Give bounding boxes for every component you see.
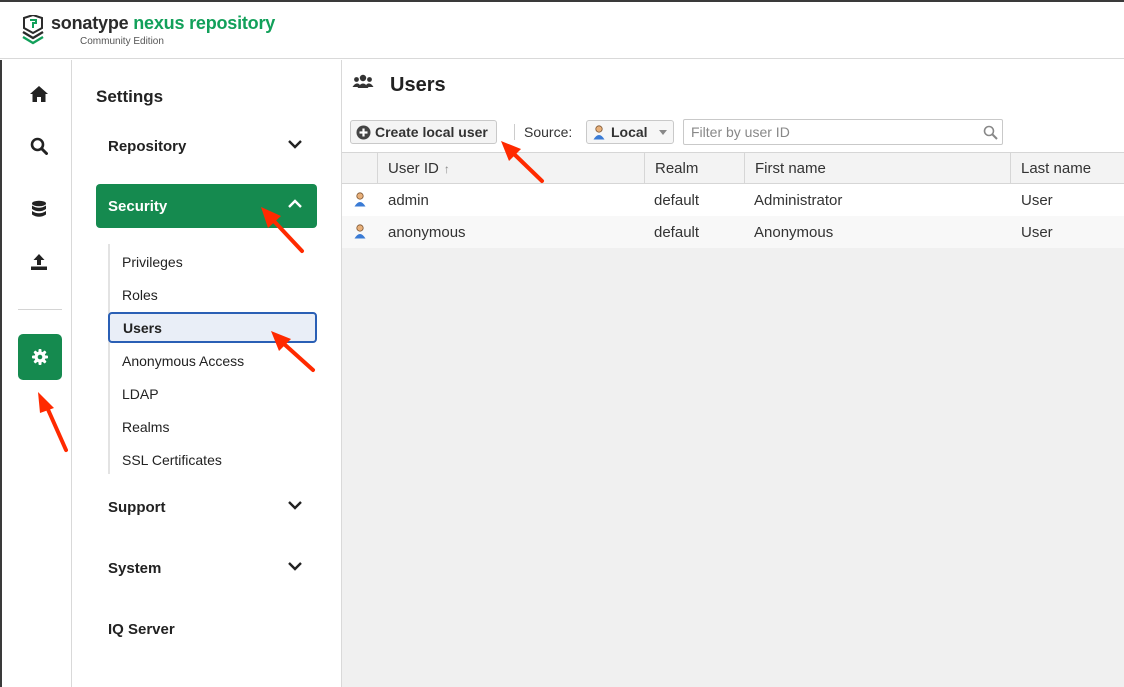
nav-section-support[interactable]: Support xyxy=(96,485,317,529)
cell-user-id: admin xyxy=(388,191,429,209)
user-icon xyxy=(354,224,366,239)
source-value: Local xyxy=(611,124,648,140)
settings-nav: Settings Repository Security Privileges … xyxy=(72,60,342,687)
nav-section-iq-server[interactable]: IQ Server xyxy=(96,607,317,651)
nav-item-users[interactable]: Users xyxy=(108,312,317,343)
column-header-label: User ID xyxy=(388,160,439,177)
upload-icon xyxy=(31,254,47,270)
main-panel: Users Create local user Source: Local Fi… xyxy=(342,60,1124,687)
rail-settings-button[interactable] xyxy=(18,334,62,380)
nav-item-privileges[interactable]: Privileges xyxy=(108,246,317,277)
user-icon xyxy=(593,125,605,140)
cell-first-name: Anonymous xyxy=(754,223,834,241)
rail-home-button[interactable] xyxy=(26,81,52,107)
chevron-down-icon xyxy=(288,501,302,510)
nav-title: Settings xyxy=(96,87,164,106)
sort-ascending-icon: ↑ xyxy=(443,161,450,176)
rail-upload-button[interactable] xyxy=(26,249,52,275)
cell-last-name: User xyxy=(1021,223,1053,241)
database-icon xyxy=(32,200,46,217)
column-header-user-id[interactable]: User ID ↑ xyxy=(377,153,644,184)
chevron-up-icon xyxy=(288,199,302,208)
cell-realm: default xyxy=(654,191,700,209)
sonatype-logo-icon xyxy=(22,15,44,45)
grid-header: User ID ↑ Realm First name Last name xyxy=(342,152,1124,184)
nav-section-label: IQ Server xyxy=(108,620,175,638)
rail-divider xyxy=(18,309,62,310)
column-header-label: First name xyxy=(755,160,826,177)
users-icon xyxy=(352,74,374,88)
nav-item-roles[interactable]: Roles xyxy=(108,279,317,310)
nav-item-ldap[interactable]: LDAP xyxy=(108,378,317,409)
app-header: sonatype nexus repository Community Edit… xyxy=(0,0,1124,59)
page-title: Users xyxy=(390,74,446,96)
gear-icon xyxy=(32,349,48,365)
create-local-user-button[interactable]: Create local user xyxy=(350,120,497,144)
toolbar-divider xyxy=(514,124,515,140)
column-header-label: Last name xyxy=(1021,160,1092,177)
nav-section-security[interactable]: Security xyxy=(96,184,317,228)
filter-user-id-input[interactable] xyxy=(683,119,1003,145)
column-header-last-name[interactable]: Last name xyxy=(1010,153,1124,184)
users-grid: User ID ↑ Realm First name Last name adm… xyxy=(342,152,1124,248)
source-label: Source: xyxy=(524,124,573,140)
rail-browse-button[interactable] xyxy=(26,196,52,222)
toolbar: Create local user Source: Local xyxy=(342,114,1124,152)
cell-first-name: Administrator xyxy=(754,191,843,209)
cell-realm: default xyxy=(654,223,700,241)
plus-circle-icon xyxy=(356,125,371,140)
chevron-down-icon xyxy=(288,562,302,571)
home-icon xyxy=(30,86,48,102)
table-row[interactable]: anonymous default Anonymous User xyxy=(342,216,1124,248)
icon-rail xyxy=(0,60,72,687)
nav-section-label: Security xyxy=(108,197,168,215)
caret-down-icon xyxy=(659,130,667,135)
nav-section-label: Repository xyxy=(108,137,187,155)
column-header-first-name[interactable]: First name xyxy=(744,153,1010,184)
nav-item-ssl-certificates[interactable]: SSL Certificates xyxy=(108,444,317,475)
page-header: Users xyxy=(342,60,1124,114)
table-row[interactable]: admin default Administrator User xyxy=(342,184,1124,216)
search-icon xyxy=(983,125,998,140)
user-icon xyxy=(354,192,366,207)
source-dropdown[interactable]: Local xyxy=(586,120,674,144)
column-header-label: Realm xyxy=(655,160,699,177)
nav-section-label: Support xyxy=(108,498,166,516)
nav-item-realms[interactable]: Realms xyxy=(108,411,317,442)
cell-last-name: User xyxy=(1021,191,1053,209)
cell-user-id: anonymous xyxy=(388,223,466,241)
nav-item-anonymous-access[interactable]: Anonymous Access xyxy=(108,345,317,376)
brand-name[interactable]: sonatype nexus repository xyxy=(51,13,275,34)
nav-section-system[interactable]: System xyxy=(96,546,317,590)
nav-section-repository[interactable]: Repository xyxy=(96,124,317,168)
rail-search-button[interactable] xyxy=(26,133,52,159)
brand-secondary: nexus repository xyxy=(133,13,276,33)
column-header-realm[interactable]: Realm xyxy=(644,153,744,184)
search-icon xyxy=(30,137,48,155)
chevron-down-icon xyxy=(288,140,302,149)
edition-label: Community Edition xyxy=(80,36,164,47)
nav-section-label: System xyxy=(108,559,162,577)
create-local-user-label: Create local user xyxy=(375,124,488,140)
brand-primary: sonatype xyxy=(51,13,129,33)
